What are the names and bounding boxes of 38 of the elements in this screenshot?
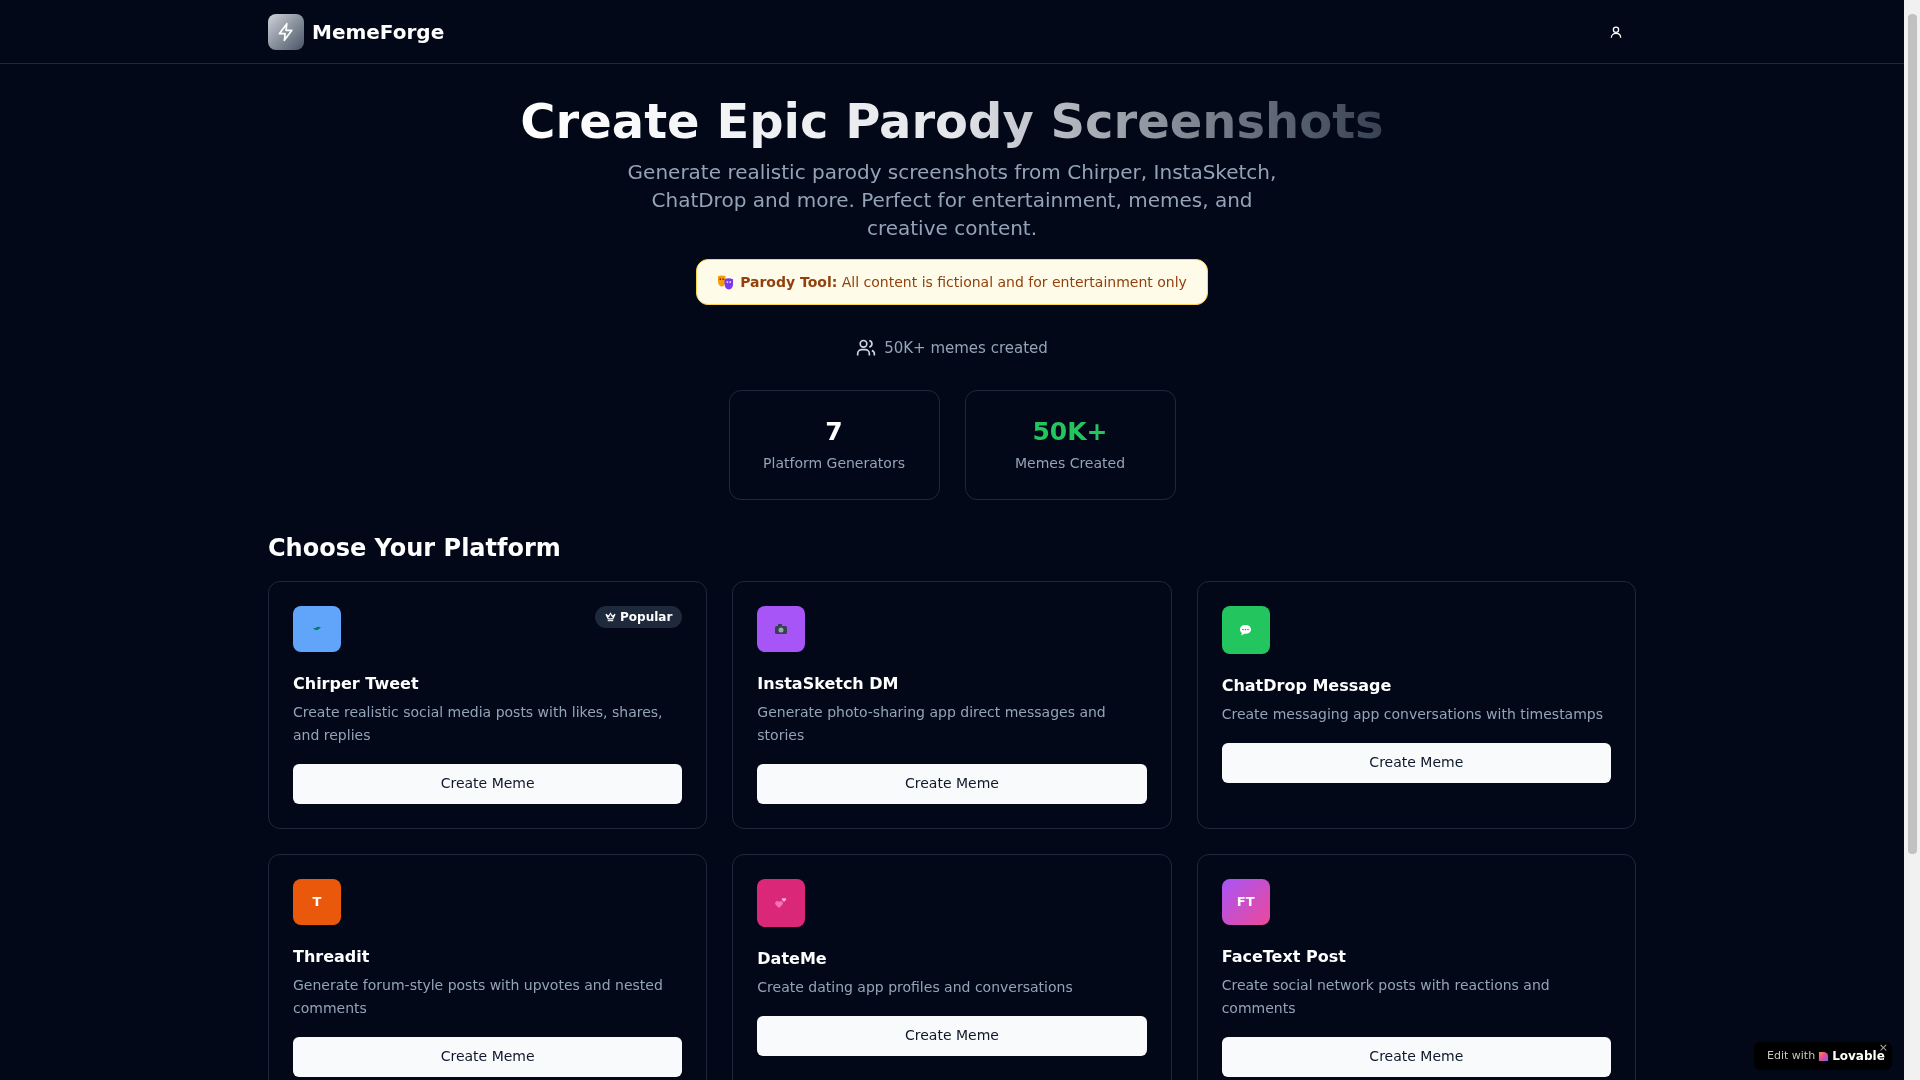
notice-text: Parody Tool: All content is fictional and for entertainment only <box>740 272 1187 292</box>
memes-count: 50K+ memes created <box>884 338 1048 359</box>
platform-logo: FT <box>1221 878 1270 926</box>
create-meme-button[interactable]: Create Meme <box>1221 742 1611 783</box>
theater-masks-icon <box>717 274 735 290</box>
platform-logo: T <box>293 878 341 926</box>
section-title: Choose Your Platform <box>268 532 561 564</box>
brand-name: MemeForge <box>312 18 445 46</box>
scrollbar[interactable] <box>1904 0 1920 1080</box>
platform-description: Create messaging app conversations with timestamps <box>1221 704 1605 724</box>
create-meme-button[interactable]: Create Meme <box>757 1015 1147 1056</box>
crown-icon <box>605 611 616 622</box>
platform-name: DateMe <box>757 947 828 970</box>
platform-description: Generate forum-style posts with upvotes and nested comments <box>293 976 664 1019</box>
badge-text: Edit with <box>1767 1047 1816 1064</box>
create-meme-button[interactable]: Create Meme <box>293 764 683 804</box>
platform-name: InstaSketch DM <box>757 673 900 696</box>
platform-description: Create realistic social media posts with likes, shares, and replies <box>293 703 664 746</box>
hero-subtitle: Generate realistic parody screenshots from Chirper, InstaSketch, ChatDrop and more. Perfect for entertainment, memes, and creative content. <box>626 159 1278 242</box>
users-icon <box>856 338 877 359</box>
create-meme-button[interactable]: Create Meme <box>1221 1037 1611 1077</box>
create-meme-button[interactable]: Create Meme <box>757 764 1147 804</box>
platform-name: Threadit <box>293 946 371 969</box>
stat-label: Platform Generators <box>763 454 905 473</box>
logo-icon <box>268 13 304 50</box>
popular-badge: Popular <box>595 605 683 628</box>
stat-label: Memes Created <box>1014 454 1126 473</box>
create-meme-button[interactable]: Create Meme <box>293 1037 683 1077</box>
platform-name: Chirper Tweet <box>293 673 420 696</box>
stat-value: 7 <box>825 416 843 448</box>
edit-with-lovable-badge[interactable]: Edit with Lovable × <box>1754 1042 1892 1070</box>
platform-description: Create dating app profiles and conversations <box>757 977 1074 997</box>
platform-name: ChatDrop Message <box>1221 674 1393 697</box>
user-icon <box>1609 24 1623 39</box>
platform-name: FaceText Post <box>1221 946 1347 969</box>
platform-description: Generate photo-sharing app direct messages and stories <box>757 703 1107 746</box>
stat-value: 50K+ <box>1032 416 1108 448</box>
platform-description: Create social network posts with reactions and comments <box>1221 976 1551 1019</box>
